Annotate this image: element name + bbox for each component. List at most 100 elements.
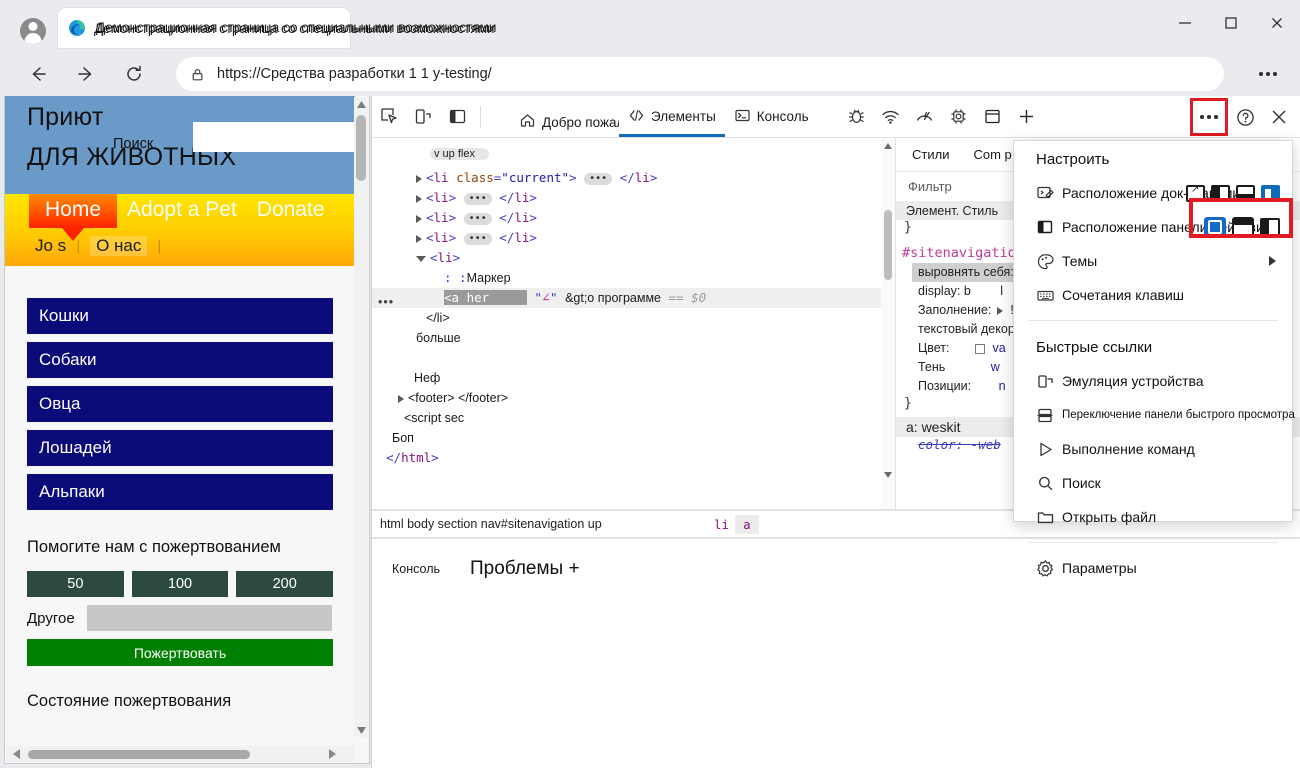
- browser-tab[interactable]: Демонстрационная страница со специальным…: [58, 8, 494, 48]
- dock-right-icon[interactable]: [1261, 184, 1280, 202]
- dom-node[interactable]: <script sec: [372, 408, 895, 428]
- action-bar-choices[interactable]: [1204, 217, 1280, 237]
- donation-other-input[interactable]: [87, 605, 332, 631]
- dom-vertical-scrollbar[interactable]: [881, 138, 895, 509]
- add-tab-icon[interactable]: [1010, 102, 1044, 132]
- network-wifi-icon[interactable]: [874, 102, 908, 132]
- settings-chip-icon[interactable]: [942, 102, 976, 132]
- menu-item-open-file[interactable]: Открыть файл: [1014, 500, 1292, 534]
- menu-item-search[interactable]: Поиск: [1014, 466, 1292, 500]
- scroll-left-arrow-icon[interactable]: [8, 746, 24, 762]
- minimize-icon[interactable]: [1162, 0, 1208, 46]
- menu-item-device-emulation[interactable]: Эмуляция устройства: [1014, 364, 1292, 398]
- nav-item-adopt[interactable]: Adopt a Pet: [117, 194, 247, 228]
- scroll-down-arrow-icon[interactable]: [881, 469, 895, 481]
- nav-item-home[interactable]: Home: [29, 194, 118, 228]
- action-bar-top-icon[interactable]: [1232, 217, 1254, 237]
- dock-undock-icon[interactable]: [1186, 184, 1205, 202]
- donation-amount-button[interactable]: 100: [131, 571, 229, 597]
- menu-item-quick-view[interactable]: Переключение панели быстрого просмотра: [1014, 398, 1295, 432]
- menu-item-shortcuts[interactable]: Сочетания клавиш: [1014, 278, 1292, 312]
- scroll-right-arrow-icon[interactable]: [324, 746, 340, 762]
- devtools-customize-button[interactable]: [1190, 98, 1228, 136]
- scroll-up-arrow-icon[interactable]: [354, 97, 368, 111]
- dom-node[interactable]: </li>: [372, 308, 895, 328]
- dom-node[interactable]: больше: [372, 328, 895, 348]
- donate-submit-button[interactable]: Пожертвовать: [27, 639, 333, 666]
- reload-icon[interactable]: [114, 54, 154, 94]
- forward-arrow-icon[interactable]: [66, 54, 106, 94]
- dom-flex-badge[interactable]: v up flex: [430, 148, 489, 160]
- dom-node[interactable]: <footer> </footer>: [372, 388, 895, 408]
- dom-node[interactable]: <li>: [372, 248, 895, 268]
- category-item[interactable]: Лошадей: [27, 430, 333, 466]
- page-horizontal-scrollbar[interactable]: [6, 746, 354, 762]
- css-declaration[interactable]: выровнять себя:: [912, 263, 1017, 282]
- dom-node[interactable]: Неф: [372, 368, 895, 388]
- devtools-tab-elements[interactable]: Элементы: [619, 96, 725, 137]
- layers-icon[interactable]: [976, 102, 1010, 132]
- scrollbar-thumb[interactable]: [884, 210, 892, 280]
- menu-item-run-command[interactable]: Выполнение команд: [1014, 432, 1292, 466]
- breadcrumb-item-li[interactable]: li: [708, 517, 735, 532]
- color-checkbox[interactable]: [974, 343, 985, 354]
- menu-item-themes[interactable]: Темы: [1014, 244, 1292, 278]
- dom-node[interactable]: [372, 348, 895, 368]
- nav-subitem-about[interactable]: О нас: [90, 236, 148, 256]
- donation-amount-button[interactable]: 200: [236, 571, 334, 597]
- expand-arrow-icon[interactable]: [398, 394, 404, 403]
- donation-amount-button[interactable]: 50: [27, 571, 124, 597]
- dom-tree-pane[interactable]: v up flex <li class="current"> ••• </li>…: [372, 138, 896, 509]
- drawer-tab-issues[interactable]: Проблемы +: [470, 558, 580, 580]
- category-item[interactable]: Альпаки: [27, 474, 333, 510]
- dom-node-selected[interactable]: ••• <a her "∠" &gt;о программе == $0: [372, 288, 895, 309]
- drawer-tab-console[interactable]: Консоль: [384, 557, 449, 580]
- back-arrow-icon[interactable]: [18, 54, 58, 94]
- expand-arrow-icon[interactable]: [416, 214, 422, 223]
- devtools-tab-console[interactable]: Консоль: [725, 97, 818, 137]
- action-bar-left-icon[interactable]: [1204, 217, 1226, 237]
- inspect-element-icon[interactable]: [372, 102, 406, 132]
- address-bar[interactable]: https://Средства разработки 1 1 y-testin…: [176, 57, 1224, 91]
- category-item[interactable]: Собаки: [27, 342, 333, 378]
- tab-styles[interactable]: Стили: [902, 143, 960, 166]
- dock-bottom-icon[interactable]: [1236, 184, 1255, 202]
- nav-item-donate[interactable]: Donate: [247, 194, 335, 228]
- performance-gauge-icon[interactable]: [908, 102, 942, 132]
- devtools-close-icon[interactable]: [1262, 102, 1296, 132]
- dom-node[interactable]: <li> ••• </li>: [372, 228, 895, 248]
- help-question-icon[interactable]: [1228, 102, 1262, 132]
- expand-arrow-icon[interactable]: [416, 194, 422, 203]
- device-emulation-icon[interactable]: [406, 102, 440, 132]
- account-avatar-icon[interactable]: [14, 12, 52, 50]
- scroll-down-arrow-icon[interactable]: [354, 723, 368, 737]
- category-item[interactable]: Кошки: [27, 298, 333, 334]
- action-bar-side-icon[interactable]: [1260, 217, 1280, 237]
- dom-node[interactable]: Боп: [372, 428, 895, 448]
- dom-node[interactable]: </html>: [372, 448, 895, 468]
- bug-icon[interactable]: [840, 102, 874, 132]
- menu-item-action-bar-location[interactable]: Расположение панели действий: [1014, 198, 1293, 244]
- page-vertical-scrollbar[interactable]: [354, 97, 368, 737]
- dom-node[interactable]: : :Маркер: [372, 268, 895, 288]
- expand-arrow-icon[interactable]: [416, 174, 422, 183]
- breadcrumb-item-a[interactable]: a: [735, 515, 759, 534]
- dock-position-choices[interactable]: [1186, 184, 1280, 202]
- sidebar-toggle-icon[interactable]: [440, 102, 474, 132]
- nav-subitem-jobs[interactable]: Jo s: [35, 236, 66, 256]
- scrollbar-thumb[interactable]: [356, 115, 366, 181]
- dom-node[interactable]: <li> ••• </li>: [372, 188, 895, 208]
- maximize-icon[interactable]: [1208, 0, 1254, 46]
- collapse-arrow-icon[interactable]: [416, 255, 426, 262]
- dom-node[interactable]: <li class="current"> ••• </li>: [372, 168, 895, 188]
- dom-tree[interactable]: <li class="current"> ••• </li> <li> ••• <…: [372, 162, 895, 468]
- close-icon[interactable]: [1254, 0, 1300, 46]
- browser-more-options-icon[interactable]: [1250, 58, 1286, 90]
- category-item[interactable]: Овца: [27, 386, 333, 422]
- search-input[interactable]: [193, 122, 355, 152]
- menu-item-dock-location[interactable]: Расположение док-станции: [1014, 176, 1292, 210]
- menu-item-settings[interactable]: Параметры: [1014, 551, 1292, 585]
- dock-left-icon[interactable]: [1211, 184, 1230, 202]
- scroll-up-arrow-icon[interactable]: [881, 140, 895, 152]
- expand-arrow-icon[interactable]: [416, 234, 422, 243]
